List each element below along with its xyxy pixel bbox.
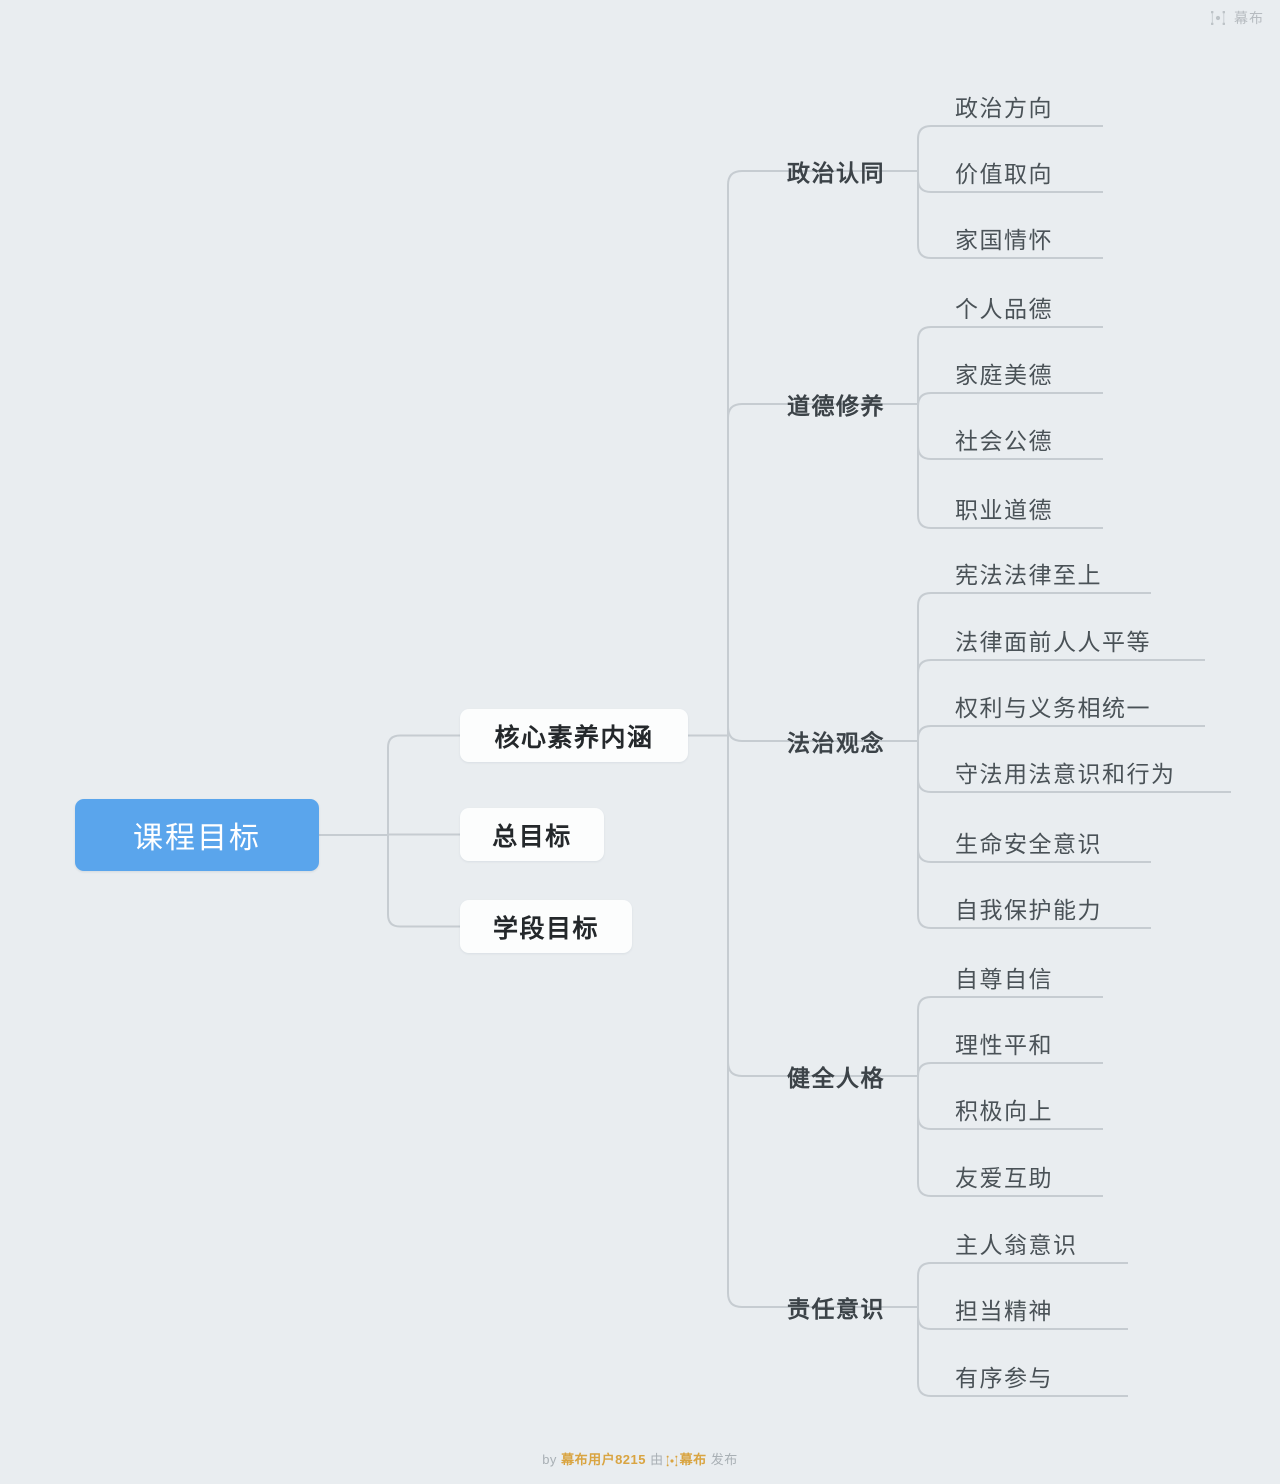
leaf-node-2-5-label: 自我保护能力 bbox=[955, 897, 1102, 923]
leaf-node-0-1[interactable]: 价值取向 bbox=[955, 152, 1115, 192]
mubu-logo-icon bbox=[666, 1455, 678, 1467]
leaf-node-2-0[interactable]: 宪法法律至上 bbox=[955, 553, 1163, 593]
leaf-node-2-2-label: 权利与义务相统一 bbox=[955, 695, 1151, 721]
branch-node-4-label: 责任意识 bbox=[787, 1296, 885, 1322]
branch-node-4[interactable]: 责任意识 bbox=[600, 1288, 885, 1326]
branch-node-0[interactable]: 政治认同 bbox=[600, 152, 885, 190]
leaf-node-1-2-label: 社会公德 bbox=[955, 428, 1053, 454]
leaf-node-0-2[interactable]: 家国情怀 bbox=[955, 218, 1115, 258]
level2-node-1[interactable]: 总目标 bbox=[460, 808, 604, 861]
leaf-node-0-0-label: 政治方向 bbox=[955, 95, 1053, 121]
branch-node-0-label: 政治认同 bbox=[787, 160, 885, 186]
leaf-node-1-3[interactable]: 职业道德 bbox=[955, 488, 1115, 528]
leaf-node-3-1-label: 理性平和 bbox=[955, 1032, 1053, 1058]
branch-node-2-label: 法治观念 bbox=[787, 730, 885, 756]
leaf-node-3-3-label: 友爱互助 bbox=[955, 1165, 1053, 1191]
leaf-node-0-2-label: 家国情怀 bbox=[955, 227, 1053, 253]
footer-middle-label: 由 bbox=[650, 1452, 664, 1467]
leaf-node-3-2-label: 积极向上 bbox=[955, 1098, 1053, 1124]
leaf-node-2-3[interactable]: 守法用法意识和行为 bbox=[955, 752, 1243, 792]
leaf-node-1-3-label: 职业道德 bbox=[955, 497, 1053, 523]
leaf-node-1-1[interactable]: 家庭美德 bbox=[955, 353, 1115, 393]
branch-node-3[interactable]: 健全人格 bbox=[600, 1057, 885, 1095]
leaf-node-2-4-label: 生命安全意识 bbox=[955, 831, 1102, 857]
leaf-node-4-1[interactable]: 担当精神 bbox=[955, 1289, 1140, 1329]
leaf-node-4-0-label: 主人翁意识 bbox=[955, 1232, 1078, 1258]
leaf-node-1-0[interactable]: 个人品德 bbox=[955, 287, 1115, 327]
footer-credit: by 幕布用户8215 由 幕布 发布 bbox=[0, 1449, 1280, 1468]
leaf-node-4-2[interactable]: 有序参与 bbox=[955, 1356, 1140, 1396]
mindmap-canvas: 幕布 by 幕布用户8215 由 幕布 发布 课程目标 核心素养内涵 总目标 学段目标… bbox=[0, 0, 1280, 1484]
leaf-node-1-1-label: 家庭美德 bbox=[955, 362, 1053, 388]
root-node-label: 课程目标 bbox=[133, 822, 261, 855]
footer-publish-label: 发布 bbox=[710, 1452, 738, 1467]
brand-header: 幕布 bbox=[1210, 8, 1264, 28]
leaf-node-4-1-label: 担当精神 bbox=[955, 1298, 1053, 1324]
footer-author[interactable]: 幕布用户8215 bbox=[561, 1452, 646, 1467]
leaf-node-3-2[interactable]: 积极向上 bbox=[955, 1089, 1115, 1129]
leaf-node-2-5[interactable]: 自我保护能力 bbox=[955, 888, 1163, 928]
footer-by-label: by bbox=[542, 1452, 557, 1467]
leaf-node-2-1-label: 法律面前人人平等 bbox=[955, 629, 1151, 655]
root-node[interactable]: 课程目标 bbox=[75, 799, 319, 871]
leaf-node-3-3[interactable]: 友爱互助 bbox=[955, 1156, 1115, 1196]
leaf-node-1-2[interactable]: 社会公德 bbox=[955, 419, 1115, 459]
branch-node-2[interactable]: 法治观念 bbox=[600, 722, 885, 760]
leaf-node-3-0[interactable]: 自尊自信 bbox=[955, 957, 1115, 997]
leaf-node-1-0-label: 个人品德 bbox=[955, 296, 1053, 322]
level2-node-1-label: 总目标 bbox=[492, 822, 572, 851]
leaf-node-4-2-label: 有序参与 bbox=[955, 1365, 1053, 1391]
leaf-node-3-1[interactable]: 理性平和 bbox=[955, 1023, 1115, 1063]
mubu-logo-icon bbox=[1210, 10, 1226, 26]
brand-label: 幕布 bbox=[1234, 10, 1264, 26]
level2-node-2-label: 学段目标 bbox=[492, 914, 599, 943]
leaf-node-2-0-label: 宪法法律至上 bbox=[955, 562, 1102, 588]
branch-node-1-label: 道德修养 bbox=[787, 393, 885, 419]
leaf-node-0-0[interactable]: 政治方向 bbox=[955, 86, 1115, 126]
leaf-node-2-4[interactable]: 生命安全意识 bbox=[955, 822, 1163, 862]
leaf-node-2-1[interactable]: 法律面前人人平等 bbox=[955, 620, 1217, 660]
leaf-node-4-0[interactable]: 主人翁意识 bbox=[955, 1223, 1140, 1263]
branch-node-3-label: 健全人格 bbox=[787, 1065, 885, 1091]
footer-brand[interactable]: 幕布 bbox=[680, 1452, 707, 1467]
leaf-node-2-2[interactable]: 权利与义务相统一 bbox=[955, 686, 1217, 726]
level2-node-2[interactable]: 学段目标 bbox=[460, 900, 632, 953]
leaf-node-2-3-label: 守法用法意识和行为 bbox=[955, 761, 1176, 787]
leaf-node-0-1-label: 价值取向 bbox=[955, 161, 1053, 187]
branch-node-1[interactable]: 道德修养 bbox=[600, 385, 885, 423]
leaf-node-3-0-label: 自尊自信 bbox=[955, 966, 1053, 992]
